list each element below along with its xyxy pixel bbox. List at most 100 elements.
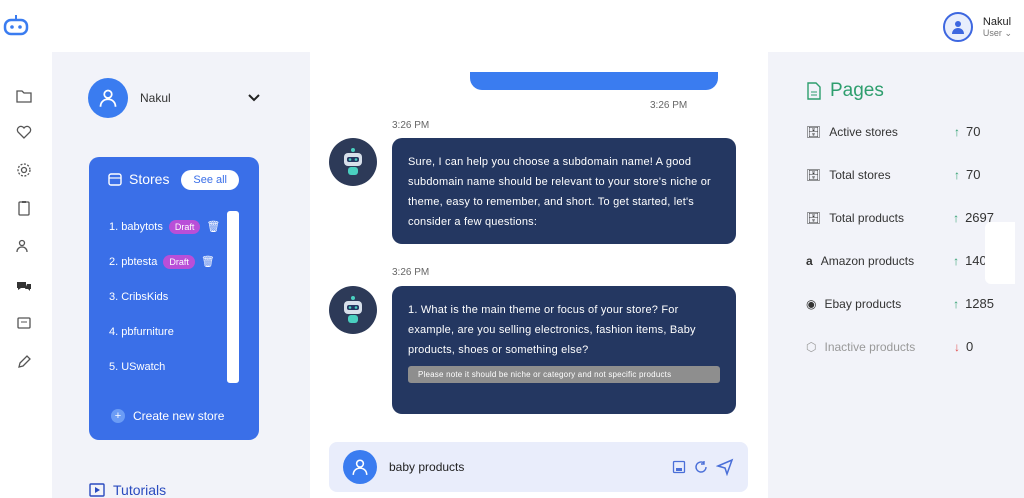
see-all-button[interactable]: See all — [181, 170, 239, 190]
chat-input-bar — [329, 442, 748, 492]
robot-icon — [344, 296, 362, 323]
user-icon — [352, 459, 368, 475]
store-item-pbfurniture[interactable]: 4. pbfurniture — [109, 314, 231, 349]
store-label: 3. CribsKids — [109, 290, 169, 303]
stat-amazon-products: a Amazon products ↑ 1406 — [806, 253, 994, 268]
stat-label: Inactive products — [824, 339, 916, 354]
chevron-down-icon: ⌄ — [1004, 27, 1012, 38]
send-icon[interactable] — [716, 458, 734, 476]
bot-message: Sure, I can help you choose a subdomain … — [392, 138, 736, 244]
bot-avatar — [329, 138, 377, 186]
icon-sidebar — [0, 52, 52, 498]
bot-message-text: 1. What is the main theme or focus of yo… — [408, 304, 696, 356]
stat-label: Total stores — [829, 167, 891, 182]
arrow-up-icon: ↑ — [953, 210, 960, 225]
chevron-down-icon[interactable] — [248, 94, 260, 102]
user-icon — [99, 89, 117, 107]
store-label: 1. babytots — [109, 220, 163, 233]
hint-note: Please note it should be niche or catego… — [408, 366, 720, 383]
stat-total-products: 🗄 Total products ↑ 2697 — [806, 210, 994, 225]
arrow-up-icon: ↑ — [953, 296, 960, 311]
message-icon[interactable] — [16, 316, 32, 332]
stat-value: 0 — [966, 339, 974, 354]
store-list: 1. babytots Draft 🗑 2. pbtesta Draft 🗑 3… — [109, 209, 231, 384]
save-icon[interactable] — [672, 460, 686, 474]
chat-input[interactable] — [389, 460, 664, 474]
user-message-bubble — [470, 72, 718, 90]
clipboard-icon[interactable] — [16, 200, 32, 216]
bot-message: 1. What is the main theme or focus of yo… — [392, 286, 736, 414]
stat-label: Total products — [829, 210, 904, 225]
video-icon — [89, 483, 105, 497]
pencil-icon[interactable] — [16, 354, 32, 370]
stat-value: 1285 — [965, 296, 994, 311]
users-icon[interactable] — [16, 238, 32, 254]
store-label: 2. pbtesta — [109, 255, 158, 268]
store-icon — [108, 173, 122, 186]
user-avatar — [942, 12, 973, 42]
stat-value: 70 — [966, 124, 981, 139]
store-item-pbtesta[interactable]: 2. pbtesta Draft 🗑 — [109, 244, 231, 279]
stores-header: Stores — [107, 171, 169, 187]
create-store-label: Create new store — [133, 409, 225, 423]
side-settings-tab[interactable] — [985, 222, 1015, 284]
store-item-babytots[interactable]: 1. babytots Draft 🗑 — [109, 209, 231, 244]
user-name: Nakul — [982, 15, 1012, 28]
store-icon: 🗄 — [806, 210, 822, 225]
trash-icon[interactable]: 🗑 — [201, 255, 215, 268]
input-avatar — [343, 450, 377, 484]
top-bar: Nakul User ⌄ — [0, 0, 1024, 52]
store-list-scrollbar[interactable] — [227, 211, 239, 383]
profile-selector[interactable]: Nakul — [88, 78, 260, 118]
tutorials-label: Tutorials — [113, 482, 167, 498]
stat-ebay-products: ◉ Ebay products ↑ 1285 — [806, 296, 994, 311]
message-timestamp: 3:26 PM — [392, 120, 430, 131]
plus-icon: + — [111, 409, 125, 423]
tutorials-link[interactable]: Tutorials — [89, 482, 166, 498]
bot-avatar — [329, 286, 377, 334]
user-role: User ⌄ — [982, 27, 1012, 38]
robot-icon — [344, 148, 362, 175]
stores-panel: Nakul Stores See all 1. babytots Draft 🗑… — [52, 52, 278, 498]
box-icon: ⬡ — [806, 339, 817, 354]
amazon-icon: a — [806, 253, 813, 268]
draft-badge: Draft — [168, 219, 201, 234]
refresh-icon[interactable] — [694, 460, 708, 474]
pages-panel: Pages 🗄 Active stores ↑ 70 🗄 Total store… — [790, 52, 1000, 498]
store-label: 4. pbfurniture — [109, 325, 174, 338]
draft-badge: Draft — [163, 254, 195, 269]
arrow-up-icon: ↑ — [954, 124, 960, 139]
pages-header: Pages — [806, 80, 884, 102]
heart-icon[interactable] — [16, 124, 32, 140]
gear-icon[interactable] — [16, 162, 32, 178]
trash-icon[interactable]: 🗑 — [206, 220, 220, 233]
store-item-uswatch[interactable]: 5. USwatch — [109, 349, 231, 384]
stat-value: 70 — [966, 167, 981, 182]
stat-total-stores: 🗄 Total stores ↑ 70 — [806, 167, 994, 182]
stat-label: Amazon products — [820, 253, 915, 268]
create-store-button[interactable]: + Create new store — [111, 409, 224, 423]
arrow-up-icon: ↑ — [953, 253, 960, 268]
store-label: 5. USwatch — [109, 360, 166, 373]
store-icon: 🗄 — [806, 167, 822, 182]
pages-title: Pages — [830, 80, 884, 101]
profile-name: Nakul — [140, 91, 171, 105]
stat-label: Ebay products — [824, 296, 902, 311]
message-timestamp: 3:26 PM — [392, 267, 430, 278]
folder-icon[interactable] — [16, 88, 32, 104]
stores-card: Stores See all 1. babytots Draft 🗑 2. pb… — [89, 157, 259, 440]
store-item-cribskids[interactable]: 3. CribsKids — [109, 279, 231, 314]
chat-bubbles-icon[interactable] — [16, 278, 32, 294]
chat-panel: 3:26 PM 3:26 PM Sure, I can help you cho… — [310, 52, 768, 498]
user-icon — [951, 21, 964, 34]
stat-active-stores: 🗄 Active stores ↑ 70 — [806, 124, 994, 139]
arrow-up-icon: ↑ — [954, 167, 960, 182]
stores-title: Stores — [129, 171, 170, 187]
stat-inactive-products: ⬡ Inactive products ↓ 0 — [806, 339, 994, 354]
store-icon: 🗄 — [806, 124, 822, 139]
document-icon — [807, 82, 821, 100]
user-menu[interactable]: Nakul User ⌄ — [942, 12, 1012, 42]
stat-label: Active stores — [829, 124, 898, 139]
arrow-down-icon: ↓ — [954, 339, 960, 354]
app-logo-icon[interactable] — [3, 14, 29, 36]
